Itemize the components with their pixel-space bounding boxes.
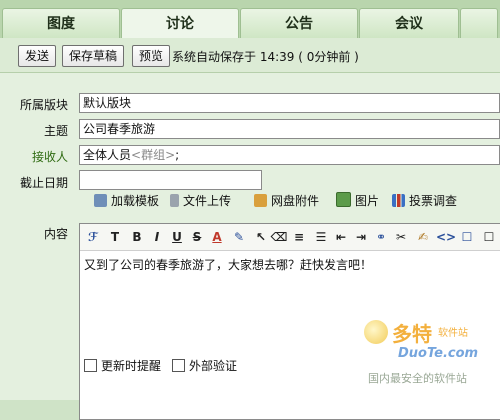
action-toolbar: 发送 保存草稿 预览 系统自动保存于 14:39 ( 0分钟前 ) (0, 38, 500, 73)
notify-on-update-checkbox[interactable]: 更新时提醒 (84, 357, 161, 374)
image-icon (336, 192, 351, 207)
compose-form: 所属版块 默认版块 主题 公司春季旅游 接收人 全体人员<群组>; 截止日期 加… (0, 73, 500, 420)
board-label: 所属版块 (20, 98, 69, 112)
external-verify-checkbox[interactable]: 外部验证 (172, 357, 237, 374)
paperclip-icon (170, 194, 179, 207)
deadline-label: 截止日期 (20, 176, 69, 190)
bar-chart-icon (392, 194, 405, 207)
recipient-input[interactable]: 全体人员<群组>; (79, 145, 500, 165)
board-field[interactable]: 默认版块 (79, 93, 500, 113)
tab-more[interactable] (460, 8, 498, 38)
deadline-input[interactable] (79, 170, 262, 190)
tab-announcement[interactable]: 公告 (240, 8, 358, 38)
checkbox-icon (84, 359, 97, 372)
content-label: 内容 (44, 227, 69, 241)
tab-meeting[interactable]: 会议 (359, 8, 459, 38)
edit-icon[interactable]: ✍ (414, 228, 432, 246)
editor-toolbar: ℱ T B I U S A ✎ ↖ ⌫ ≡ ☰ ⇤ ⇥ ⚭ ✂ ✍ <> ☐ ☐ (80, 224, 500, 251)
netdisk-attachment-link[interactable]: 网盘附件 (254, 191, 319, 211)
more-icon[interactable]: ☐ (480, 228, 498, 246)
font-color-icon[interactable]: A (208, 228, 226, 246)
recipient-label[interactable]: 接收人 (32, 148, 68, 165)
outdent-icon[interactable]: ⇤ (332, 228, 350, 246)
rich-text-editor: ℱ T B I U S A ✎ ↖ ⌫ ≡ ☰ ⇤ ⇥ ⚭ ✂ ✍ <> ☐ ☐… (79, 223, 500, 420)
file-upload-link[interactable]: 文件上传 (170, 191, 231, 211)
tab-calendar[interactable]: 图度 (2, 8, 120, 38)
recipient-value: 全体人员 (83, 148, 132, 162)
poll-link[interactable]: 投票调查 (392, 191, 457, 211)
send-button[interactable]: 发送 (18, 45, 57, 67)
unlink-icon[interactable]: ✂ (392, 228, 410, 246)
font-size-icon[interactable]: T (106, 228, 124, 246)
load-template-link[interactable]: 加载模板 (94, 191, 159, 211)
strikethrough-icon[interactable]: S (188, 228, 206, 246)
tab-discussion[interactable]: 讨论 (121, 8, 239, 39)
checkbox-icon (172, 359, 185, 372)
editor-content[interactable]: 又到了公司的春季旅游了，大家想去哪？赶快发言吧！ (84, 256, 499, 274)
image-link[interactable]: 图片 (336, 191, 379, 211)
font-family-icon[interactable]: ℱ (84, 228, 102, 246)
highlight-icon[interactable]: ✎ (230, 228, 248, 246)
expand-icon[interactable]: ☐ (458, 228, 476, 246)
underline-icon[interactable]: U (168, 228, 186, 246)
italic-icon[interactable]: I (148, 228, 166, 246)
tab-bar: 图度 讨论 公告 会议 (0, 0, 500, 39)
link-icon[interactable]: ⚭ (372, 228, 390, 246)
indent-icon[interactable]: ⇥ (352, 228, 370, 246)
save-draft-button[interactable]: 保存草稿 (62, 45, 125, 67)
template-icon (94, 194, 107, 207)
eraser-icon[interactable]: ⌫ (270, 228, 288, 246)
netdisk-icon (254, 194, 267, 207)
ordered-list-icon[interactable]: ☰ (312, 228, 330, 246)
recipient-group-placeholder: <群组> (131, 148, 176, 162)
preview-button[interactable]: 预览 (132, 45, 171, 67)
source-code-icon[interactable]: <> (436, 228, 456, 246)
subject-label: 主题 (44, 124, 69, 138)
bold-icon[interactable]: B (128, 228, 146, 246)
recipient-suffix: ; (175, 148, 180, 162)
autosave-status: 系统自动保存于 14:39 ( 0分钟前 ) (172, 50, 359, 64)
cursor-icon[interactable]: ↖ (252, 228, 270, 246)
align-icon[interactable]: ≡ (290, 228, 308, 246)
subject-input[interactable]: 公司春季旅游 (79, 119, 500, 139)
